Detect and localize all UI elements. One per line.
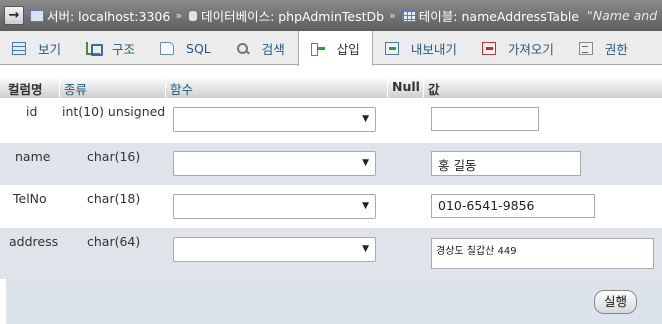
column-type: char(64) <box>87 234 141 249</box>
tab-label: 내보내기 <box>410 41 457 57</box>
function-select[interactable] <box>173 237 376 262</box>
export-icon <box>384 41 399 55</box>
header-type[interactable]: 종류 <box>64 79 87 98</box>
header-divider <box>165 76 166 98</box>
insert-icon <box>310 42 325 56</box>
breadcrumb-separator: » <box>389 9 396 22</box>
table-row: name char(16) 홍 길동 <box>0 143 662 185</box>
search-icon <box>236 42 250 55</box>
tab-browse[interactable]: 보기 <box>0 31 74 65</box>
database-icon <box>188 9 199 22</box>
header-value: 값 <box>428 82 440 97</box>
tab-import[interactable]: 가져오기 <box>470 31 567 65</box>
breadcrumb-server-label[interactable]: 서버: localhost:3306 <box>47 6 170 25</box>
structure-icon <box>86 41 104 56</box>
column-type: int(10) unsigned <box>62 104 166 119</box>
tab-label: 권한 <box>604 41 628 57</box>
header-divider <box>423 76 424 98</box>
tab-export[interactable]: 내보내기 <box>373 31 470 65</box>
header-divider <box>387 76 388 98</box>
tab-structure[interactable]: 구조 <box>74 31 148 65</box>
breadcrumb: → 서버: localhost:3306 » 데이터베이스: phpAdminT… <box>0 0 662 31</box>
column-name: id <box>26 104 38 119</box>
value-input[interactable]: 홍 길동 <box>431 151 581 176</box>
breadcrumb-table[interactable]: 테이블: nameAddressTable <box>401 6 579 25</box>
tab-label: 보기 <box>38 41 62 57</box>
form-footer <box>6 279 662 324</box>
value-input[interactable]: 010-6541-9856 <box>431 194 595 218</box>
column-name: address <box>9 234 59 249</box>
go-button[interactable]: 실행 <box>594 290 637 314</box>
tab-sql[interactable]: SQL <box>148 31 224 65</box>
table-row: TelNo char(18) 010-6541-9856 <box>0 185 662 228</box>
column-type: char(18) <box>87 191 141 206</box>
tab-label: 삽입 <box>336 42 360 57</box>
column-name: TelNo <box>13 191 47 206</box>
tab-insert[interactable]: 삽입 <box>297 31 373 66</box>
column-type: char(16) <box>87 149 141 164</box>
table-comment: "Name and <box>587 8 658 23</box>
value-textarea[interactable]: 경상도 칠갑산 449 <box>431 238 654 269</box>
function-select[interactable] <box>173 151 376 176</box>
header-divider <box>59 76 60 98</box>
privileges-icon <box>578 41 593 55</box>
arrow-icon[interactable]: → <box>4 6 24 25</box>
function-select[interactable] <box>173 194 376 219</box>
header-null: Null <box>392 79 420 94</box>
sql-icon <box>160 41 175 55</box>
table-row: address char(64) 경상도 칠갑산 449 <box>0 228 662 279</box>
breadcrumb-server[interactable]: 서버: localhost:3306 <box>30 6 170 25</box>
tab-label: 검색 <box>261 41 285 57</box>
tab-label: 가져오기 <box>507 41 554 57</box>
tab-label: SQL <box>186 40 211 56</box>
tab-search[interactable]: 검색 <box>224 31 298 65</box>
column-name: name <box>15 149 51 164</box>
breadcrumb-database[interactable]: 데이터베이스: phpAdminTestDb <box>188 6 384 25</box>
server-icon <box>30 9 44 22</box>
tab-label: 구조 <box>112 41 136 57</box>
breadcrumb-separator: » <box>175 9 183 22</box>
breadcrumb-database-label[interactable]: 데이터베이스: phpAdminTestDb <box>201 6 384 25</box>
tab-bar: 보기 구조 SQL 검색 삽입 내보내기 가져오기 권한 <box>0 31 662 66</box>
value-input[interactable] <box>431 107 539 131</box>
breadcrumb-table-label[interactable]: 테이블: nameAddressTable <box>419 6 579 25</box>
table-header: 컬럼명 종류 함수 Null 값 <box>0 76 662 98</box>
tab-privileges[interactable]: 권한 <box>567 31 641 65</box>
header-function[interactable]: 함수 <box>170 79 193 98</box>
header-column: 컬럼명 <box>8 82 43 97</box>
import-icon <box>481 41 496 55</box>
function-select[interactable] <box>173 107 376 132</box>
table-icon <box>401 9 416 22</box>
table-row: id int(10) unsigned <box>0 98 662 143</box>
browse-icon <box>12 41 26 55</box>
